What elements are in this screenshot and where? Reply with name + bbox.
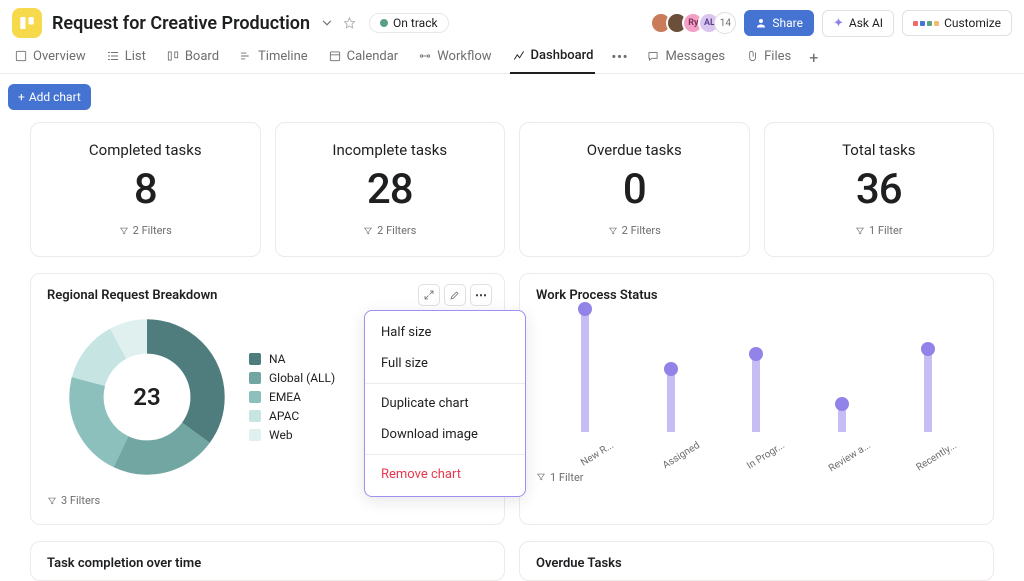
stat-value: 8 [41,165,250,214]
chart-actions-menu: Half size Full size Duplicate chart Down… [364,310,526,497]
edit-icon[interactable] [444,284,466,306]
project-header: Request for Creative Production On track… [0,0,1024,40]
stat-title: Overdue tasks [530,141,739,159]
chart-filter: 3 Filters [47,494,100,507]
star-icon[interactable] [342,16,357,31]
sparkle-icon: ✦ [833,16,844,31]
dashboard-toolbar: +Add chart [0,74,1024,118]
chart-card-completion[interactable]: Task completion over time [30,541,505,581]
menu-half-size[interactable]: Half size [365,317,525,348]
legend-item[interactable]: NA [249,352,335,366]
stat-title: Completed tasks [41,141,250,159]
chevron-down-icon[interactable] [320,16,334,30]
legend-item[interactable]: APAC [249,409,335,423]
menu-duplicate[interactable]: Duplicate chart [365,388,525,419]
donut-center-value: 23 [67,317,227,477]
tab-messages[interactable]: Messages [644,43,727,73]
project-title[interactable]: Request for Creative Production [52,13,310,34]
menu-download[interactable]: Download image [365,419,525,450]
status-label: On track [393,16,438,30]
customize-button[interactable]: Customize [902,10,1012,36]
lollipop-bar: Recently... [898,342,958,451]
stat-card-completed[interactable]: Completed tasks 8 2 Filters [30,122,261,257]
menu-remove[interactable]: Remove chart [365,459,525,490]
legend-item[interactable]: Web [249,428,335,442]
status-pill[interactable]: On track [369,13,449,33]
tab-more[interactable]: ••• [611,50,628,65]
project-icon[interactable] [12,8,42,38]
lollipop-chart: New R... Assigned In Progr... Review a..… [536,311,977,451]
donut-chart: 23 [67,317,227,477]
status-dot-icon [380,19,388,27]
chart-title: Work Process Status [536,288,977,303]
stat-card-total[interactable]: Total tasks 36 1 Filter [764,122,995,257]
stat-value: 28 [286,165,495,214]
lollipop-bar: Assigned [641,362,701,451]
chart-card-overdue[interactable]: Overdue Tasks [519,541,994,581]
legend-item[interactable]: Global (ALL) [249,371,335,385]
stat-filter: 2 Filters [363,224,416,237]
tab-timeline[interactable]: Timeline [237,43,310,73]
chart-card-regional[interactable]: Regional Request Breakdown ⋯ Half size F… [30,273,505,525]
stat-card-overdue[interactable]: Overdue tasks 0 2 Filters [519,122,750,257]
customize-icon [913,21,939,26]
menu-full-size[interactable]: Full size [365,348,525,379]
donut-legend: NA Global (ALL) EMEA APAC Web [249,347,335,447]
tab-overview[interactable]: Overview [12,43,88,73]
stat-filter: 2 Filters [119,224,172,237]
tab-board[interactable]: Board [164,43,221,73]
tab-calendar[interactable]: Calendar [326,43,401,73]
more-icon[interactable]: ⋯ [470,284,492,306]
tab-dashboard[interactable]: Dashboard [510,42,596,74]
lollipop-bar: In Progr... [726,347,786,451]
share-button[interactable]: Share [744,10,814,36]
project-tabs: Overview List Board Timeline Calendar Wo… [0,40,1024,74]
expand-icon[interactable] [418,284,440,306]
add-chart-button[interactable]: +Add chart [8,84,91,110]
stat-title: Total tasks [775,141,984,159]
ask-ai-button[interactable]: ✦ Ask AI [822,10,894,37]
plus-icon: + [18,90,25,104]
lollipop-bar: Review a... [812,397,872,451]
menu-separator [365,454,525,455]
chart-card-workprocess[interactable]: Work Process Status New R... Assigned In… [519,273,994,525]
stat-filter: 1 Filter [855,224,903,237]
chart-title: Task completion over time [47,556,488,571]
stat-title: Incomplete tasks [286,141,495,159]
tab-workflow[interactable]: Workflow [416,43,493,73]
menu-separator [365,383,525,384]
tab-list[interactable]: List [104,43,148,73]
stat-value: 36 [775,165,984,214]
avatar-overflow[interactable]: 14 [714,12,736,34]
chart-tools: ⋯ [418,284,492,306]
lollipop-bar: New R... [555,302,615,451]
dashboard-area: Completed tasks 8 2 Filters Incomplete t… [0,118,1024,581]
stat-cards-row: Completed tasks 8 2 Filters Incomplete t… [30,122,994,257]
chart-title: Overdue Tasks [536,556,977,571]
stat-filter: 2 Filters [608,224,661,237]
tab-add[interactable]: + [809,48,818,67]
stat-card-incomplete[interactable]: Incomplete tasks 28 2 Filters [275,122,506,257]
member-avatars[interactable]: Ry AL 14 [656,12,736,34]
stat-value: 0 [530,165,739,214]
tab-files[interactable]: Files [743,43,793,73]
legend-item[interactable]: EMEA [249,390,335,404]
